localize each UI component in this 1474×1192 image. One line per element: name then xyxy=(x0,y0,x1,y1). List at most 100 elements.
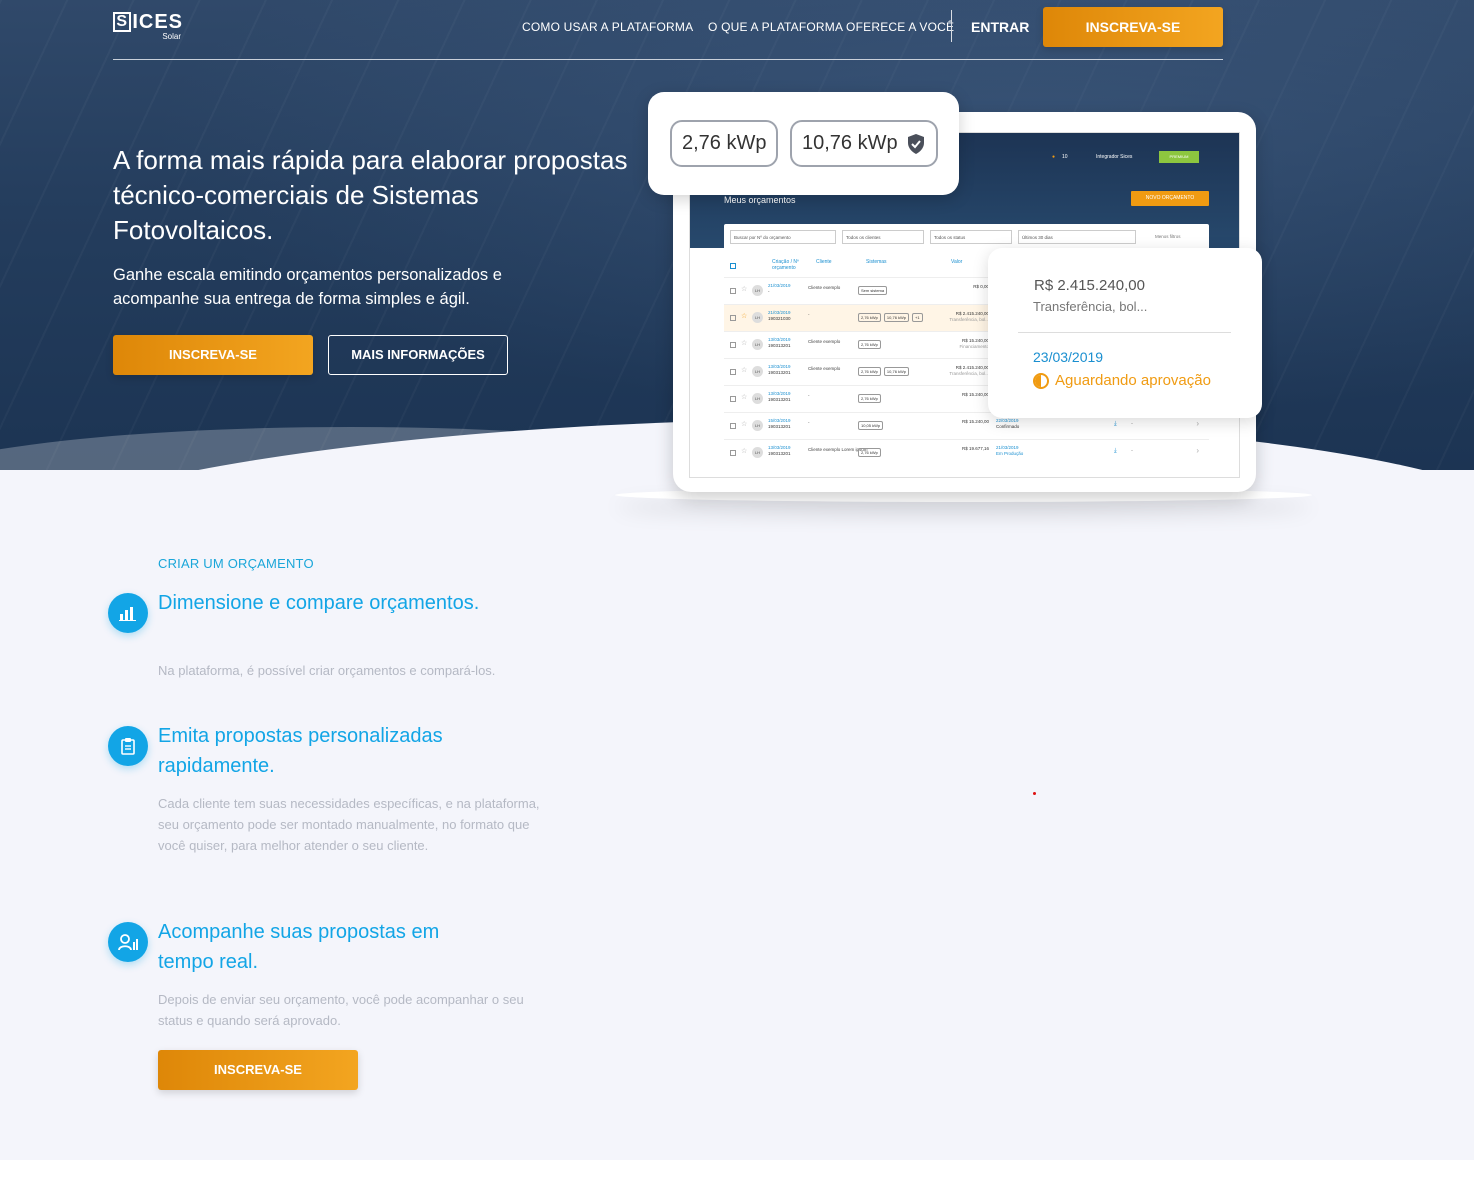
kwp-pill-2: 10,76 kWp xyxy=(790,120,938,167)
features-signup-button[interactable]: INSCREVA-SE xyxy=(158,1050,358,1090)
row-checkbox[interactable] xyxy=(730,342,736,348)
more-info-button[interactable]: MAIS INFORMAÇÕES xyxy=(328,335,508,375)
favorite-star-icon[interactable]: ☆ xyxy=(741,339,747,347)
feature-title-2: Emita propostas personalizadas rapidamen… xyxy=(158,725,443,777)
row-status: 22/03/2019 Confirmado xyxy=(996,418,1019,430)
row-date-text: 13/03/2019 xyxy=(768,445,791,450)
system-tag: 10,76 kWp xyxy=(883,313,910,322)
favorite-star-icon[interactable]: ☆ xyxy=(741,285,747,293)
row-date-text: 21/03/2019 xyxy=(768,283,791,288)
row-systems: 2,76 kWp 10,76 kWp +1 xyxy=(858,313,923,322)
row-date-text: 15/03/2019 xyxy=(768,418,791,423)
client-filter-select[interactable]: Todos os clientes xyxy=(842,230,924,244)
row-value-text: R$ 2.415.240,00 xyxy=(955,365,989,370)
chevron-right-icon[interactable]: › xyxy=(1196,419,1199,428)
hero-subtitle: Ganhe escala emitindo orçamentos persona… xyxy=(113,266,502,308)
less-filters-toggle[interactable]: Menos filtros xyxy=(1152,230,1184,244)
th-client: Cliente xyxy=(816,259,832,265)
row-value: R$ 15.240,00 xyxy=(962,419,989,425)
row-number: 190313201 xyxy=(768,343,791,348)
row-status-text: Confirmado xyxy=(996,424,1020,429)
table-row[interactable]: ☆ LH 13/03/2019 190313201 Cliente exemplo Lo… xyxy=(724,439,1209,466)
favorite-star-icon[interactable]: ☆ xyxy=(741,447,747,455)
kwp-pill-1: 2,76 kWp xyxy=(670,120,779,167)
row-systems: Sem sistema xyxy=(858,286,888,295)
chevron-right-icon[interactable]: › xyxy=(1196,446,1199,455)
new-budget-button[interactable]: NOVO ORÇAMENTO xyxy=(1131,191,1209,206)
kwp-value-1: 2,76 kWp xyxy=(682,132,767,154)
logo-letter-box: S xyxy=(113,12,132,32)
row-checkbox[interactable] xyxy=(730,450,736,456)
value-card: R$ 2.415.240,00 Transferência, bol... 23… xyxy=(988,248,1262,418)
row-client: - xyxy=(808,420,810,425)
row-number: 190313201 xyxy=(768,397,791,402)
favorite-star-icon[interactable]: ☆ xyxy=(741,393,747,401)
row-date: 13/03/2019 190313201 xyxy=(768,364,791,376)
row-date-text: 13/03/2019 xyxy=(768,364,791,369)
row-value-text: R$ 15.240,00 xyxy=(961,338,989,343)
search-budget-input[interactable]: Buscar por Nº do orçamento xyxy=(730,230,836,244)
row-date-text: 13/03/2019 xyxy=(768,337,791,342)
row-value-text: R$ 15.240,00 xyxy=(961,419,989,424)
system-tag: 10,76 kWp xyxy=(883,367,910,376)
nav-link-what-offers[interactable]: O QUE A PLATAFORMA OFERECE A VOCÊ xyxy=(708,20,954,34)
clipboard-icon xyxy=(108,726,148,766)
row-systems: 2,76 kWp xyxy=(858,448,881,457)
row-checkbox[interactable] xyxy=(730,396,736,402)
avatar: LH xyxy=(752,312,763,323)
logo[interactable]: S ICES Solar xyxy=(113,12,183,44)
avatar: LH xyxy=(752,420,763,431)
th-creation: Criação / Nº orçamento xyxy=(772,259,799,271)
row-value-text: R$ 0,00 xyxy=(973,284,989,289)
favorite-star-icon[interactable]: ☆ xyxy=(741,420,747,428)
value-card-divider xyxy=(1018,332,1231,333)
row-systems: 2,76 kWp 10,76 kWp xyxy=(858,367,910,376)
favorite-star-icon[interactable]: ☆ xyxy=(741,312,747,320)
nav-link-how-to-use[interactable]: COMO USAR A PLATAFORMA xyxy=(522,20,693,34)
notification-count: 10 xyxy=(1062,154,1068,160)
row-client: Cliente exemplo xyxy=(808,366,841,371)
row-checkbox[interactable] xyxy=(730,423,736,429)
decorative-dot xyxy=(1033,792,1036,795)
nav-divider xyxy=(951,10,952,42)
download-icon[interactable]: ⤓ xyxy=(1114,448,1117,455)
user-name: Integrador Sices xyxy=(1096,154,1133,160)
status-filter-select[interactable]: Todos os status xyxy=(930,230,1012,244)
row-client: Cliente exemplo xyxy=(808,285,841,290)
system-tag: 2,76 kWp xyxy=(858,313,881,322)
row-payment: Transferência, bol... xyxy=(949,317,989,322)
filter-bar: Buscar por Nº do orçamento Todos os clie… xyxy=(724,224,1209,250)
row-checkbox[interactable] xyxy=(730,369,736,375)
row-value-text: R$ 2.415.240,00 xyxy=(955,311,989,316)
date-filter-select[interactable]: Últimos 30 dias xyxy=(1018,230,1136,244)
nav-signup-button[interactable]: INSCREVA-SE xyxy=(1043,7,1223,47)
avatar: LH xyxy=(752,285,763,296)
hero-signup-button[interactable]: INSCREVA-SE xyxy=(113,335,313,375)
row-value: R$ 2.415.240,00 Transferência, bol... xyxy=(949,311,989,323)
avatar: LH xyxy=(752,339,763,350)
user-chart-icon xyxy=(108,922,148,962)
row-number: 190313201 xyxy=(768,370,791,375)
kwp-card: 2,76 kWp 10,76 kWp xyxy=(648,92,959,195)
system-tag: 10,05 kWp xyxy=(858,421,884,430)
row-checkbox[interactable] xyxy=(730,315,736,321)
login-link[interactable]: ENTRAR xyxy=(971,19,1029,35)
logo-subtitle: Solar xyxy=(162,32,181,41)
row-number: 190321030 xyxy=(768,316,791,321)
system-tag: 2,76 kWp xyxy=(858,367,881,376)
row-dash: - xyxy=(1131,421,1133,427)
th-value: Valor xyxy=(951,259,963,265)
select-all-checkbox[interactable] xyxy=(730,263,736,269)
avatar: LH xyxy=(752,447,763,458)
row-status-date: 22/03/2019 xyxy=(996,418,1019,423)
row-checkbox[interactable] xyxy=(730,288,736,294)
system-tag: +1 xyxy=(912,313,923,322)
favorite-star-icon[interactable]: ☆ xyxy=(741,366,747,374)
download-icon[interactable]: ⤓ xyxy=(1114,421,1117,428)
row-value-text: R$ 15.240,00 xyxy=(961,392,989,397)
system-tag: 2,76 kWp xyxy=(858,394,881,403)
row-status: 21/03/2019 Em Produção xyxy=(996,445,1023,457)
row-date: 21/03/2019- xyxy=(768,283,791,295)
system-tag: 2,76 kWp xyxy=(858,448,881,457)
system-tag: Sem sistema xyxy=(858,286,888,295)
